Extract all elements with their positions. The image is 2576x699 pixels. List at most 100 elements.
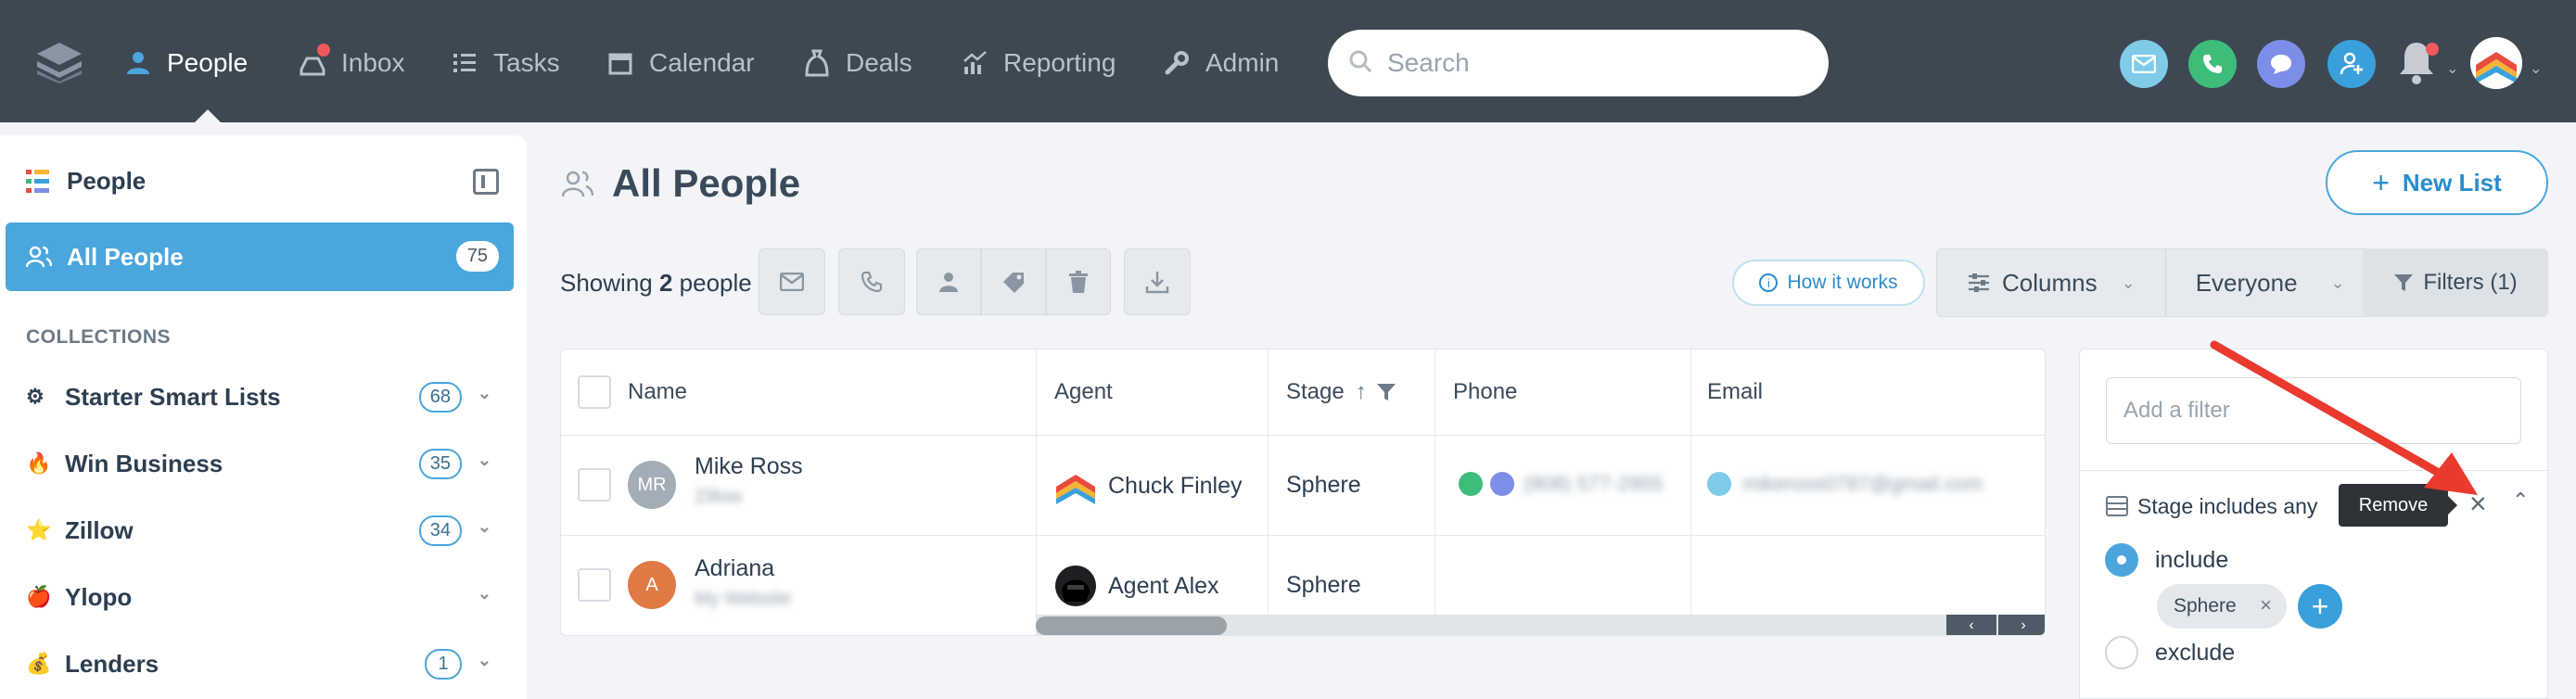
sidebar-item-lenders[interactable]: 💰 Lenders 1 ⌄	[26, 645, 499, 682]
delete-button[interactable]	[1046, 248, 1111, 315]
nav-admin[interactable]: Admin	[1161, 44, 1279, 82]
sidebar-item-zillow[interactable]: ⭐ Zillow 34 ⌄	[26, 512, 499, 549]
how-it-works-button[interactable]: i How it works	[1732, 260, 1925, 306]
include-radio[interactable]	[2105, 543, 2138, 577]
stage-cell: Sphere	[1286, 472, 1361, 498]
results-count: Showing 2 people	[560, 269, 752, 298]
nav-reporting[interactable]: Reporting	[959, 44, 1116, 82]
export-button[interactable]	[1124, 248, 1191, 315]
chip-label: Sphere	[2174, 595, 2237, 616]
sidebar-item-label: Win Business	[65, 449, 223, 477]
tag-button[interactable]	[981, 248, 1046, 315]
collections-heading: COLLECTIONS	[26, 326, 171, 348]
sidebar: People All People 75 COLLECTIONS ⚙ Start…	[0, 135, 527, 699]
nav-label: People	[167, 48, 249, 77]
everyone-label: Everyone	[2195, 268, 2298, 297]
sliders-icon	[1969, 273, 1989, 292]
chevron-up-icon[interactable]: ⌃	[2512, 489, 2529, 513]
avatar-initials: A	[628, 561, 676, 609]
chevron-down-icon[interactable]: ⌄	[2446, 59, 2458, 78]
star-icon: ⭐	[26, 518, 52, 541]
user-avatar-logo	[2470, 37, 2522, 89]
horizontal-scrollbar[interactable]: ‹ ›	[1036, 615, 2045, 635]
chevron-down-icon[interactable]: ⌄	[2530, 59, 2542, 78]
apple-icon: 🍎	[26, 585, 52, 608]
header-label: Stage	[1286, 379, 1345, 404]
person-source: My Website	[695, 589, 792, 609]
nav-tasks[interactable]: Tasks	[449, 44, 560, 82]
phone-icon[interactable]	[1459, 472, 1483, 496]
chat-action-button[interactable]	[2257, 40, 2305, 88]
search-input[interactable]	[1387, 48, 1795, 78]
row-checkbox[interactable]	[578, 468, 611, 502]
chevron-down-icon[interactable]: ⌄	[478, 451, 491, 470]
phone-number: (808) 577-2955	[1524, 472, 1664, 495]
row-checkbox[interactable]	[578, 568, 611, 602]
nav-label: Reporting	[1003, 48, 1116, 77]
exclude-radio[interactable]	[2105, 636, 2138, 669]
sidebar-item-starter-smart-lists[interactable]: ⚙ Starter Smart Lists 68 ⌄	[26, 378, 499, 415]
column-header-name[interactable]: Name	[628, 350, 687, 435]
money-bag-icon	[801, 47, 833, 79]
sidebar-item-win-business[interactable]: 🔥 Win Business 35 ⌄	[26, 445, 499, 482]
column-header-phone[interactable]: Phone	[1453, 350, 1517, 435]
chat-bubble-icon[interactable]	[1490, 472, 1514, 496]
envelope-icon[interactable]	[1707, 472, 1731, 496]
agent-name: Agent Alex	[1108, 572, 1219, 599]
people-icon	[562, 171, 593, 197]
nav-deals[interactable]: Deals	[801, 44, 912, 82]
add-stage-button[interactable]: +	[2298, 584, 2342, 629]
sort-ascending-icon[interactable]: ↑	[1356, 379, 1367, 405]
assign-agent-button[interactable]	[916, 248, 981, 315]
remove-chip-icon[interactable]: ×	[2260, 593, 2272, 617]
everyone-dropdown[interactable]: Everyone ⌄	[2164, 249, 2375, 316]
people-list-icon	[26, 169, 49, 193]
add-contact-button[interactable]	[2327, 40, 2376, 88]
chevron-down-icon[interactable]: ⌄	[478, 384, 491, 403]
chevron-down-icon[interactable]: ⌄	[478, 584, 491, 604]
sidebar-item-ylopo[interactable]: 🍎 Ylopo ⌄	[26, 578, 499, 616]
agent-avatar	[1056, 475, 1095, 504]
count-badge: 1	[425, 649, 462, 680]
chevron-down-icon[interactable]: ⌄	[478, 651, 491, 670]
nav-calendar[interactable]: Calendar	[605, 44, 755, 82]
divider	[1690, 350, 1691, 635]
scrollbar-thumb[interactable]	[1036, 616, 1227, 635]
sidebar-item-all-people[interactable]: All People 75	[6, 222, 514, 291]
filters-button[interactable]: Filters (1)	[2363, 248, 2548, 317]
calendar-icon	[605, 47, 636, 79]
notifications-button[interactable]	[2396, 39, 2441, 87]
person-name[interactable]: Adriana	[695, 555, 774, 582]
info-icon: i	[1759, 273, 1779, 292]
column-header-agent[interactable]: Agent	[1054, 350, 1113, 435]
call-action-button[interactable]	[2188, 40, 2237, 88]
sidebar-item-label: Ylopo	[65, 582, 133, 611]
email-action-button[interactable]	[2120, 40, 2168, 88]
trash-icon	[1069, 271, 1088, 293]
scroll-left-arrow[interactable]: ‹	[1946, 615, 1996, 635]
collapse-sidebar-icon[interactable]	[473, 169, 499, 195]
phone-icon	[2203, 55, 2222, 73]
person-name[interactable]: Mike Ross	[695, 453, 803, 480]
bulk-call-button[interactable]	[838, 248, 905, 315]
chevron-down-icon[interactable]: ⌄	[478, 517, 491, 537]
notification-dot	[2426, 43, 2439, 56]
fire-icon: 🔥	[26, 451, 52, 475]
count-badge: 34	[418, 515, 462, 546]
global-search[interactable]	[1328, 30, 1829, 96]
column-header-email[interactable]: Email	[1707, 350, 1763, 435]
filter-icon[interactable]	[1376, 382, 1396, 402]
divider	[561, 435, 2045, 436]
column-header-stage[interactable]: Stage ↑	[1286, 350, 1396, 435]
new-list-button[interactable]: + New List	[2326, 150, 2548, 215]
nav-people[interactable]: People	[122, 44, 248, 82]
columns-dropdown[interactable]: Columns ⌄	[1937, 249, 2165, 316]
app-logo[interactable]	[35, 41, 83, 83]
nav-inbox[interactable]: Inbox	[297, 44, 405, 82]
agent-avatar	[1055, 566, 1096, 606]
scroll-right-arrow[interactable]: ›	[1998, 615, 2045, 635]
bulk-email-button[interactable]	[759, 248, 825, 315]
select-all-checkbox[interactable]	[578, 375, 611, 409]
user-avatar[interactable]	[2470, 37, 2522, 89]
sidebar-item-label: Starter Smart Lists	[65, 382, 281, 411]
